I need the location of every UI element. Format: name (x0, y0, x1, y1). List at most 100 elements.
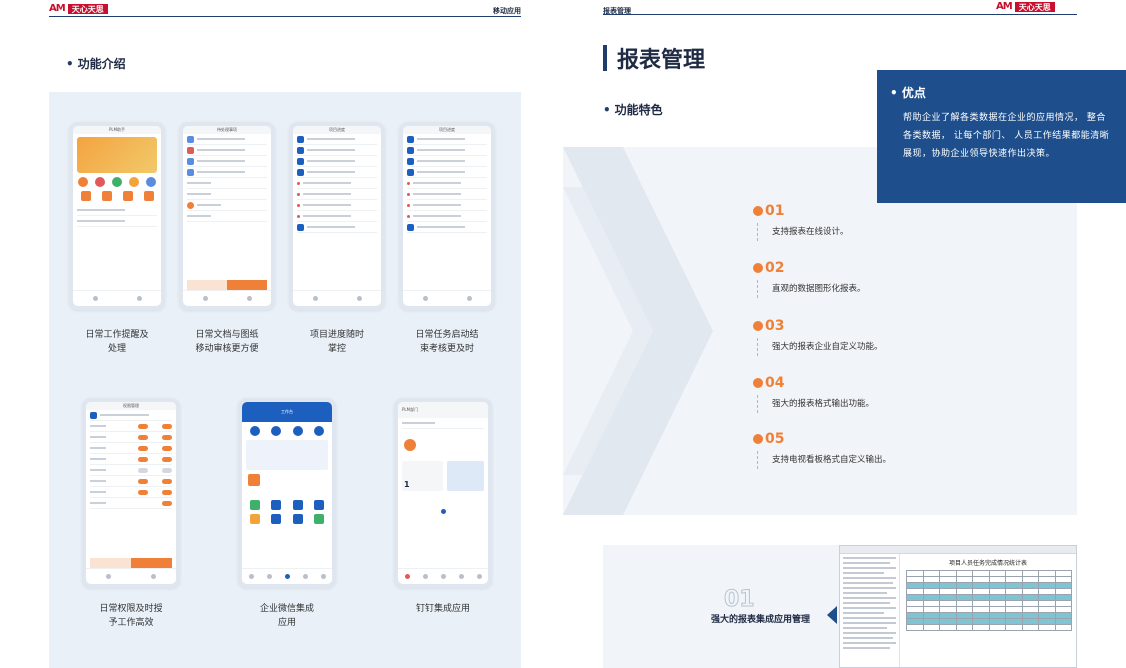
list-item (187, 200, 267, 211)
phone-title: PLM部门 (398, 402, 488, 418)
phone-screenshot-documents: 待处理事项 (179, 122, 275, 310)
app-icons (244, 514, 330, 524)
caption-3: 项目进度随时 掌控 (309, 330, 364, 354)
bullet-icon: • (890, 86, 902, 100)
list-item (77, 205, 157, 216)
chevron-decoration-icon (563, 147, 713, 515)
list-item (407, 200, 487, 211)
promo-card (246, 440, 328, 470)
task-icons (75, 191, 159, 201)
brand-mark: AM (49, 3, 66, 14)
toggle-row (90, 421, 172, 432)
phone-tabbar (398, 568, 488, 584)
list-item (187, 189, 267, 200)
phone-title: 项目进度 (403, 126, 491, 134)
feature-number: 03 (765, 318, 785, 334)
stat-card-value: 1 (402, 461, 443, 491)
feature-number: 01 (765, 203, 785, 219)
bullet-dot-icon (753, 378, 763, 388)
toggle-row (90, 443, 172, 454)
list-item (297, 178, 377, 189)
app-icons (244, 426, 330, 436)
phone-title: 待处理事项 (183, 126, 271, 134)
bullet-icon: • (66, 57, 74, 71)
feature-item-2: 02 直观的数据图形化报表。 (753, 260, 866, 298)
left-page: AM 天心天思 移动应用 • 功能介绍 PLM助手 待处理事项 项目进度 项目进… (0, 0, 563, 668)
feature-item-3: 03 强大的报表企业自定义功能。 (753, 318, 883, 356)
feature-item-5: 05 支持电视看板格式自定义输出。 (753, 431, 891, 469)
bullet-dot-icon (753, 263, 763, 273)
header-divider (49, 16, 521, 17)
outline-number: 01 (724, 587, 756, 613)
list-item (407, 189, 487, 200)
page-title-text: 报表管理 (617, 48, 706, 73)
list-item (187, 134, 267, 145)
caption-7: 钉钉集成应用 (415, 604, 470, 614)
report-table (906, 570, 1072, 631)
brand-logo: AM 天心天思 (996, 2, 1055, 12)
phone-tabbar (183, 290, 271, 306)
section-title-text: 功能特色 (614, 103, 663, 117)
toggle-row (90, 454, 172, 465)
list-item (77, 216, 157, 227)
list-item (297, 156, 377, 167)
phone-tabbar (73, 290, 161, 306)
report-integration-label: 强大的报表集成应用管理 (711, 615, 811, 625)
list-item (407, 222, 487, 233)
caption-4: 日常任务启动结 束考核更及时 (415, 330, 479, 354)
section-title-text: 功能介绍 (77, 57, 126, 71)
toggle-row (90, 432, 172, 443)
brand-mark: AM (996, 1, 1013, 12)
phone-title: 权限管理 (86, 402, 176, 410)
caption-1: 日常工作提醒及 处理 (85, 330, 149, 354)
app-icons (244, 500, 330, 510)
list-item (407, 134, 487, 145)
advantage-title: • 优点 (890, 86, 926, 100)
feature-number: 02 (765, 260, 785, 276)
list-item (407, 145, 487, 156)
brand-name: 天心天思 (1014, 2, 1055, 12)
report-title: 项目人员任务完成情况统计表 (948, 560, 1027, 567)
header-divider (603, 14, 1077, 15)
feature-text: 强大的报表企业自定义功能。 (757, 338, 883, 356)
phone-tabbar (403, 290, 491, 306)
feature-number: 05 (765, 431, 785, 447)
feature-item-4: 04 强大的报表格式输出功能。 (753, 375, 874, 413)
list-item (297, 189, 377, 200)
plm-app-icon (404, 439, 416, 451)
phone-screenshot-project-progress: 项目进度 (289, 122, 385, 310)
title-accent-bar (603, 45, 607, 71)
phone-screenshot-dingtalk: PLM部门 1 (394, 398, 492, 588)
list-item (407, 167, 487, 178)
phone-tabbar (86, 568, 176, 584)
list-item (297, 200, 377, 211)
advantage-box: • 优点 帮助企业了解各类数据在企业的应用情况， 整合各类数据， 让每个部门、 … (877, 70, 1126, 203)
section-title: • 功能介绍 (66, 55, 126, 72)
stat-cards: 1 (402, 461, 484, 491)
list-item (297, 222, 377, 233)
bullet-dot-icon (753, 434, 763, 444)
list-item (187, 178, 267, 189)
list-item (297, 211, 377, 222)
brand-name: 天心天思 (67, 4, 108, 14)
report-tree (840, 554, 900, 667)
phone-screenshot-permissions: 权限管理 (82, 398, 180, 588)
list-item (407, 211, 487, 222)
feature-text: 支持报表在线设计。 (757, 223, 849, 241)
list-item (187, 145, 267, 156)
phone-screenshot-tasks: 项目进度 (399, 122, 495, 310)
phone-tabbar (293, 290, 381, 306)
feature-number: 04 (765, 375, 785, 391)
list-item (407, 156, 487, 167)
feature-showcase-panel: PLM助手 待处理事项 项目进度 项目进度 日常工作提醒及 处理 日常文档与图纸… (49, 92, 521, 668)
toggle-row (90, 476, 172, 487)
caption-2: 日常文档与图纸 移动审核更方便 (195, 330, 259, 354)
location-icon (440, 509, 446, 514)
toggle-row (90, 465, 172, 476)
phone-title: 工作台 (242, 402, 332, 422)
brand-logo: AM 天心天思 (49, 4, 108, 14)
list-item (187, 211, 267, 222)
plm-app-icon (248, 474, 260, 486)
stat-card-image (447, 461, 484, 491)
advantage-body: 帮助企业了解各类数据在企业的应用情况， 整合各类数据， 让每个部门、 人员工作结… (903, 113, 1110, 159)
